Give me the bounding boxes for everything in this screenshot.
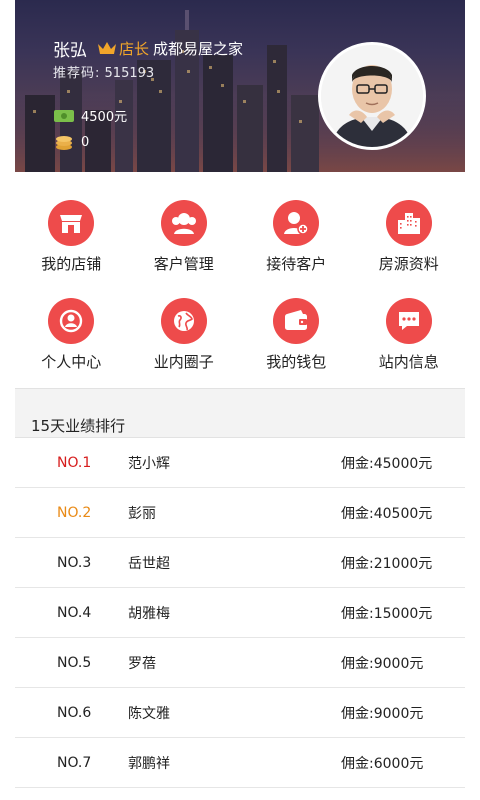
referral-code: 515193 [104, 66, 155, 81]
coin-value: 0 [81, 134, 90, 150]
menu-label: 业内圈子 [153, 353, 214, 371]
referral-code-row: 推荐码: 515193 [53, 62, 243, 81]
coin-stat: 0 [53, 133, 89, 151]
table-row[interactable]: NO.2 彭丽 佣金:40500元 [15, 488, 465, 538]
ranking-list: NO.1 范小辉 佣金:45000元 NO.2 彭丽 佣金:40500元 NO.… [15, 438, 465, 788]
commission-value: 佣金:9000元 [341, 655, 424, 672]
agent-name: 彭丽 [128, 505, 156, 522]
commission-value: 佣金:40500元 [341, 505, 433, 522]
table-row[interactable]: NO.6 陈文雅 佣金:9000元 [15, 688, 465, 738]
agent-name: 胡雅梅 [128, 605, 170, 622]
table-row[interactable]: NO.5 罗蓓 佣金:9000元 [15, 638, 465, 688]
rank-number: NO.2 [57, 504, 92, 521]
menu-item-property-info[interactable]: 房源资料 [353, 188, 466, 274]
profile-info: 张弘 店长 成都易屋之家 推荐码: 515193 [53, 36, 244, 82]
menu-item-receive-customer[interactable]: 接待客户 [240, 188, 353, 274]
commission-value: 佣金:6000元 [341, 755, 424, 772]
message-icon [398, 312, 419, 330]
user-icon [60, 309, 83, 333]
menu-label: 客户管理 [153, 255, 214, 273]
ranking-section-header: 15天业绩排行 [15, 388, 465, 438]
rank-number: NO.7 [57, 754, 92, 771]
app-screen: 张弘 店长 成都易屋之家 推荐码: 515193 4500元 0 我的店铺 客户… [15, 0, 465, 800]
menu-item-my-store[interactable]: 我的店铺 [15, 188, 128, 274]
rank-number: NO.1 [57, 454, 92, 471]
globe-icon [173, 311, 194, 331]
customers-icon [171, 213, 196, 234]
agent-name: 范小辉 [128, 455, 170, 472]
table-row[interactable]: NO.7 郭鹏祥 佣金:6000元 [15, 738, 465, 788]
balance-value: 4500元 [81, 110, 128, 125]
menu-label: 房源资料 [378, 255, 439, 273]
buildings-icon [397, 213, 420, 234]
user-name: 张弘 [53, 40, 87, 61]
commission-value: 佣金:15000元 [341, 605, 433, 622]
agent-name: 陈文雅 [128, 705, 170, 722]
commission-value: 佣金:45000元 [341, 455, 433, 472]
company-name: 成都易屋之家 [153, 39, 244, 58]
wallet-icon [285, 310, 308, 330]
crown-icon [98, 42, 116, 54]
rank-number: NO.5 [57, 654, 92, 671]
table-row[interactable]: NO.3 岳世超 佣金:21000元 [15, 538, 465, 588]
rank-number: NO.3 [57, 554, 92, 571]
rank-number: NO.4 [57, 604, 92, 621]
rank-number: NO.6 [57, 704, 92, 721]
coins-icon [56, 136, 72, 150]
menu-label: 我的钱包 [266, 353, 327, 371]
agent-name: 罗蓓 [128, 655, 156, 672]
commission-value: 佣金:21000元 [341, 555, 433, 572]
menu-item-customer-management[interactable]: 客户管理 [128, 188, 241, 274]
table-row[interactable]: NO.1 范小辉 佣金:45000元 [15, 438, 465, 488]
agent-name: 岳世超 [128, 555, 170, 572]
menu-item-site-messages[interactable]: 站内信息 [353, 286, 466, 372]
menu-item-industry-circle[interactable]: 业内圈子 [128, 286, 241, 372]
menu-label: 站内信息 [378, 353, 439, 371]
profile-header: 张弘 店长 成都易屋之家 推荐码: 515193 4500元 0 [15, 0, 465, 172]
agent-name: 郭鹏祥 [128, 755, 170, 772]
user-role: 店长 [119, 39, 150, 58]
menu-grid: 我的店铺 客户管理 接待客户 房源资料 个人中心 业内圈子 我的钱包 站内信息 [15, 188, 465, 372]
add-customer-icon [284, 212, 309, 235]
ranking-title: 15天业绩排行 [31, 417, 126, 435]
referral-label: 推荐码: [53, 66, 101, 81]
menu-label: 接待客户 [266, 255, 327, 273]
avatar-portrait [321, 45, 423, 147]
menu-label: 我的店铺 [41, 255, 102, 273]
menu-item-personal-center[interactable]: 个人中心 [15, 286, 128, 372]
balance-stat: 4500元 [53, 106, 127, 125]
avatar[interactable] [318, 42, 426, 150]
menu-label: 个人中心 [41, 353, 102, 371]
menu-item-my-wallet[interactable]: 我的钱包 [240, 286, 353, 372]
cash-icon [54, 109, 74, 122]
store-icon [60, 215, 83, 233]
table-row[interactable]: NO.4 胡雅梅 佣金:15000元 [15, 588, 465, 638]
commission-value: 佣金:9000元 [341, 705, 424, 722]
